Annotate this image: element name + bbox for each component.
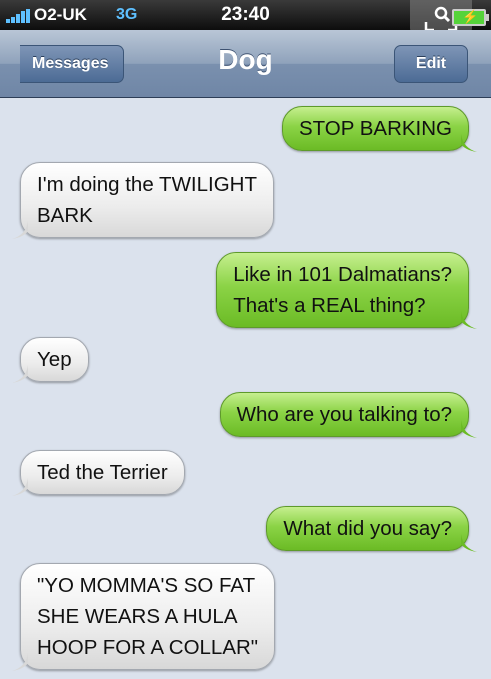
edit-button[interactable]: Edit [394,45,468,83]
message-text-line: SHE WEARS A HULA [37,605,238,628]
received-message[interactable]: "YO MOMMA'S SO FAT SHE WEARS A HULA HOOP… [12,563,276,671]
status-bar: O2-UK 3G 23:40 ⚡ [0,0,491,36]
message-text-line: BARK [37,204,93,227]
bubble-tail [12,653,28,671]
message-text-line: I'm doing the TWILIGHT [37,173,257,196]
received-message[interactable]: I'm doing the TWILIGHT BARK [12,162,274,239]
message-text-line: Yep [37,348,72,371]
sent-message[interactable]: STOP BARKING [281,106,477,152]
battery-charging-icon: ⚡ [452,9,489,26]
sent-message[interactable]: Like in 101 Dalmatians? That's a REAL th… [216,252,477,329]
message-text-line: What did you say? [283,517,452,540]
message-text-line: That's a REAL thing? [233,294,426,317]
message-text-line: Like in 101 Dalmatians? [233,263,452,286]
navigation-bar: Messages Dog Edit [0,30,491,98]
message-thread: STOP BARKING I'm doing the TWILIGHT BARK… [0,98,491,679]
bubble-tail [12,478,28,496]
message-text-line: Who are you talking to? [236,403,452,426]
bubble-tail [12,221,28,239]
bubble-tail [461,311,477,329]
bubble-tail [12,365,28,383]
bubble-tail [461,420,477,438]
received-message[interactable]: Yep [12,337,89,383]
received-message[interactable]: Ted the Terrier [12,450,185,496]
message-text-line: STOP BARKING [298,117,452,140]
message-text-line: HOOP FOR A COLLAR" [37,636,259,659]
message-text-line: "YO MOMMA'S SO FAT [37,574,256,597]
bubble-tail [461,134,477,152]
sent-message[interactable]: Who are you talking to? [219,392,477,438]
bubble-tail [461,534,477,552]
message-text-line: Ted the Terrier [37,461,168,484]
sent-message[interactable]: What did you say? [266,506,477,552]
